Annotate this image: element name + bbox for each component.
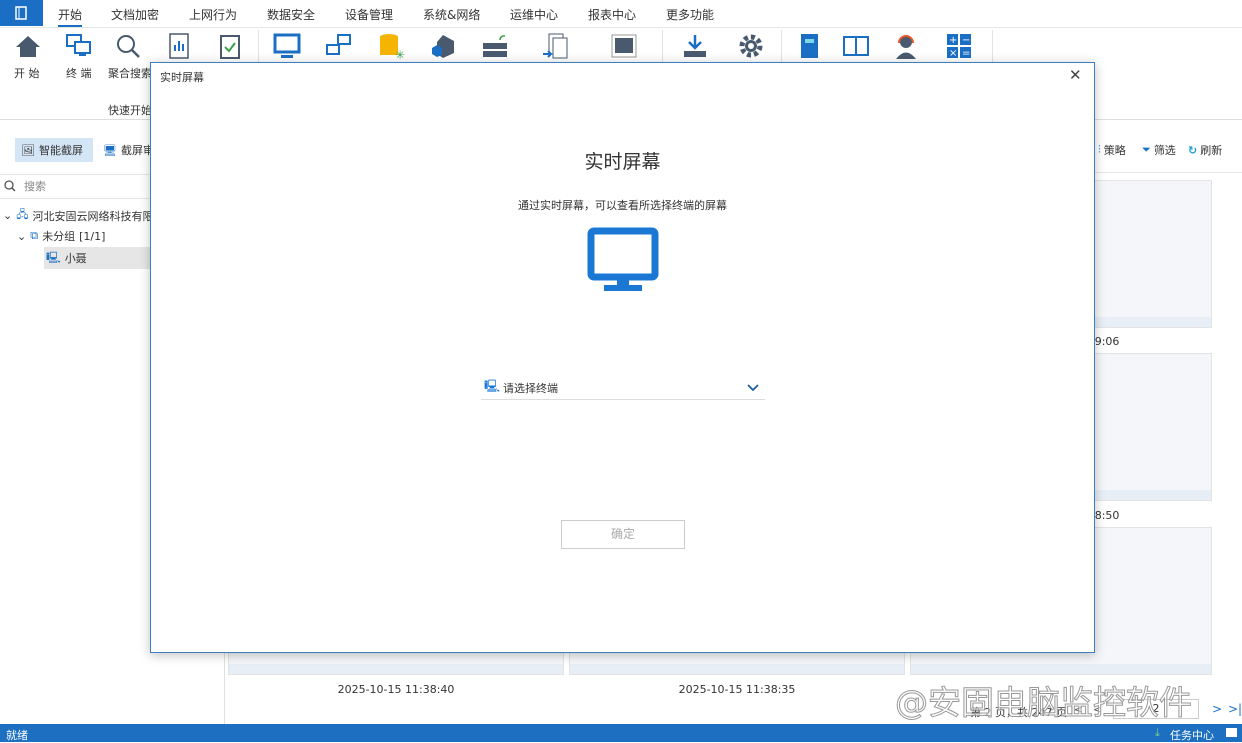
refresh-label: 刷新	[1200, 144, 1223, 157]
tree-terminal-label: 小聂	[64, 252, 87, 265]
terminal-select-placeholder: 请选择终端	[503, 381, 559, 395]
menu-web-behavior[interactable]: 上网行为	[189, 6, 237, 23]
dialog-title: 实时屏幕	[160, 71, 204, 84]
terminal-icon: 🖳	[484, 379, 501, 393]
tree-group-count: [1/1]	[79, 229, 106, 243]
support-icon[interactable]	[891, 32, 921, 60]
menu-start[interactable]: 开始	[58, 6, 83, 27]
ribbon-group-label: 快速开始	[108, 104, 152, 117]
menu-ops-center[interactable]: 运维中心	[510, 6, 558, 23]
policy-button[interactable]: ⫶ 策略	[1092, 138, 1132, 162]
status-text: 就绪	[6, 729, 28, 742]
search-icon	[4, 180, 16, 192]
watermark: @安固电脑监控软件	[895, 683, 1193, 723]
confirm-button[interactable]: 确定	[561, 520, 685, 549]
message-icon[interactable]	[1226, 728, 1237, 737]
refresh-icon: ↻	[1188, 143, 1198, 157]
ethernet-icon[interactable]	[609, 32, 639, 60]
cube-icon[interactable]	[428, 32, 458, 60]
filter-button[interactable]: ⏷ 筛选	[1136, 138, 1182, 162]
menu-doc-encryption[interactable]: 文档加密	[111, 6, 159, 23]
report-icon[interactable]	[164, 32, 194, 60]
monitor-icon	[587, 227, 659, 291]
network-device-icon[interactable]	[480, 32, 510, 60]
chevron-down-icon[interactable]	[747, 383, 759, 392]
svg-text:✳: ✳	[395, 48, 405, 60]
app-menu-button[interactable]	[0, 0, 43, 26]
manual-icon[interactable]	[794, 32, 824, 60]
network-icon: 🖧	[16, 208, 29, 221]
terminals-icon[interactable]	[64, 32, 94, 60]
book-icon[interactable]	[841, 32, 871, 60]
ribbon-start-label[interactable]: 开 始	[14, 65, 40, 81]
filter-icon: ⏷	[1142, 143, 1151, 156]
sliders-icon: ⫶	[1098, 143, 1101, 156]
policy-label: 策略	[1103, 144, 1126, 157]
tree-group-label: 未分组	[42, 230, 76, 243]
monitor-icon[interactable]	[272, 32, 302, 60]
task-center-button[interactable]: 任务中心	[1170, 727, 1214, 743]
svg-text:=: =	[962, 48, 970, 59]
dialog-heading: 实时屏幕	[584, 151, 661, 173]
status-bar: 就绪 ⤓ 任务中心	[0, 724, 1242, 742]
ribbon-search-label[interactable]: 聚合搜索	[108, 65, 152, 81]
menu-report-center[interactable]: 报表中心	[588, 6, 636, 23]
svg-text:×: ×	[949, 48, 957, 59]
file-transfer-icon[interactable]	[540, 32, 570, 60]
database-icon[interactable]: ✳	[376, 32, 406, 60]
last-page-button[interactable]: >|	[1228, 702, 1242, 716]
search-icon[interactable]	[113, 32, 143, 60]
menu-device-management[interactable]: 设备管理	[345, 6, 393, 23]
terminal-select[interactable]: 🖳 请选择终端	[481, 376, 765, 400]
smart-screenshot-button[interactable]: 🖼 智能截屏	[15, 138, 93, 162]
remote-desktop-icon[interactable]	[324, 32, 354, 60]
menu-data-security[interactable]: 数据安全	[267, 6, 315, 23]
menu-more[interactable]: 更多功能	[666, 6, 714, 23]
thumbnail-timestamp: 2025-10-15 11:38:35	[678, 683, 796, 696]
svg-text:−: −	[962, 35, 970, 46]
smart-screenshot-label: 智能截屏	[38, 144, 83, 157]
search-placeholder: 搜索	[24, 180, 46, 193]
group-icon: ⧉	[30, 229, 39, 242]
settings-icon[interactable]	[736, 32, 766, 60]
thumbnail-timestamp: 2025-10-15 11:38:40	[337, 683, 455, 696]
filter-label: 筛选	[1153, 144, 1176, 157]
image-icon: 🖼	[21, 143, 35, 157]
menu-bar: 开始 文档加密 上网行为 数据安全 设备管理 系统&网络 运维中心 报表中心 更…	[0, 0, 1242, 28]
checklist-icon[interactable]	[215, 32, 245, 60]
calculator-icon[interactable]: + − × =	[944, 32, 974, 60]
ribbon-terminals-label[interactable]: 终 端	[66, 65, 92, 81]
home-icon[interactable]	[13, 32, 43, 60]
app-menu-icon	[14, 5, 27, 20]
next-page-button[interactable]: >	[1212, 702, 1222, 716]
menu-system-network[interactable]: 系统&网络	[423, 6, 480, 23]
refresh-button[interactable]: ↻ 刷新	[1182, 138, 1228, 162]
download-icon[interactable]	[680, 32, 710, 60]
tree-group[interactable]: ⌄ ⧉ 未分组 [1/1]	[17, 228, 105, 244]
terminal-locked-icon: 🖳	[46, 250, 61, 264]
task-down-icon: ⤓	[1155, 726, 1160, 739]
chevron-down-icon[interactable]: ⌄	[3, 209, 12, 222]
close-icon[interactable]: ✕	[1069, 66, 1082, 84]
dialog-subtitle: 通过实时屏幕，可以查看所选择终端的屏幕	[518, 199, 727, 212]
svg-text:+: +	[949, 35, 957, 46]
realtime-screen-dialog: 实时屏幕 ✕ 实时屏幕 通过实时屏幕，可以查看所选择终端的屏幕 🖳 请选择终端 …	[150, 62, 1095, 653]
screen-icon: 🖥	[103, 143, 117, 157]
chevron-down-icon[interactable]: ⌄	[17, 230, 26, 243]
